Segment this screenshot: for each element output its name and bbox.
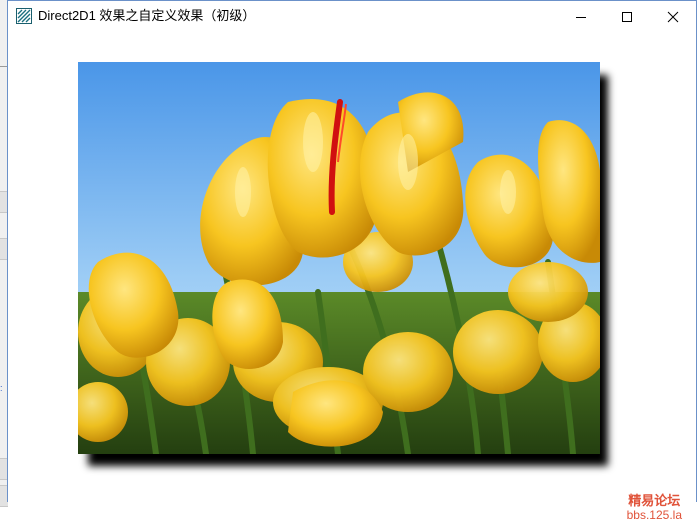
window-title: Direct2D1 效果之自定义效果（初级） (38, 8, 256, 23)
close-icon (667, 11, 679, 22)
close-button[interactable] (650, 1, 696, 32)
app-icon (16, 8, 32, 24)
client-area: 精易论坛 bbs.125.la (8, 32, 696, 522)
app-window: Direct2D1 效果之自定义效果（初级） 精易论坛 bbs.125.la (7, 0, 697, 522)
maximize-button[interactable] (604, 1, 650, 32)
tulip-image (78, 62, 600, 454)
forum-watermark: 精易论坛 bbs.125.la (627, 494, 682, 522)
watermark-title: 精易论坛 (628, 493, 681, 508)
minimize-button[interactable] (558, 1, 604, 32)
watermark-url: bbs.125.la (626, 508, 682, 522)
maximize-icon (622, 11, 632, 22)
minimize-icon (576, 16, 586, 18)
title-bar[interactable]: Direct2D1 效果之自定义效果（初级） (8, 1, 696, 32)
